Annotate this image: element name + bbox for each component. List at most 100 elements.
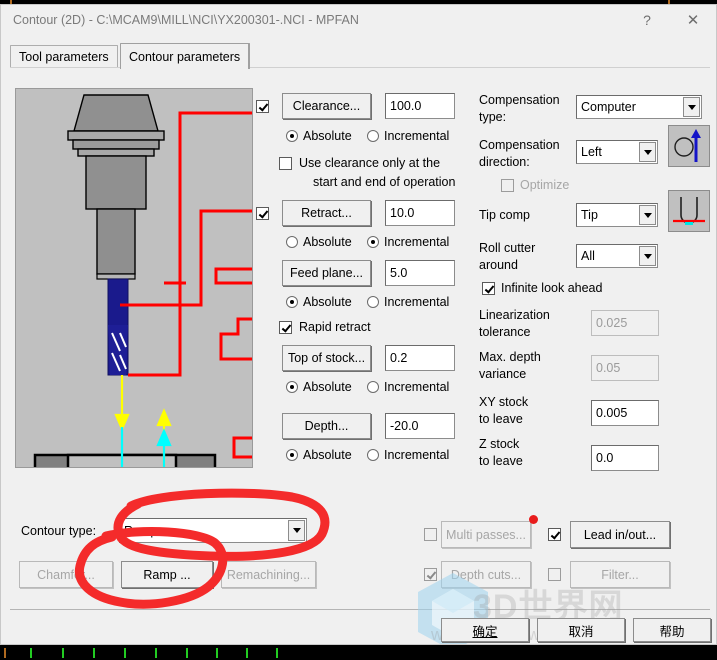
- compensation-type-label-line1: Compensation: [479, 93, 560, 107]
- z-stock-to-leave-label-line2: to leave: [479, 454, 523, 468]
- chevron-down-icon[interactable]: [683, 97, 700, 117]
- linearization-tolerance-label-line2: tolerance: [479, 325, 531, 339]
- clearance-button[interactable]: Clearance...: [282, 93, 371, 119]
- max-depth-variance-input: 0.05: [591, 355, 659, 381]
- chamfer-button-label: Chamfer...: [37, 567, 95, 582]
- contour-2d-dialog: Contour (2D) - C:\MCAM9\MILL\NCI\YX20030…: [0, 4, 717, 645]
- close-icon[interactable]: ✕: [670, 5, 716, 35]
- roll-cutter-value: All: [581, 249, 595, 263]
- cancel-button-label: 取消: [568, 624, 594, 639]
- lead-in-out-button[interactable]: Lead in/out...: [570, 521, 670, 548]
- chevron-down-icon[interactable]: [288, 520, 305, 541]
- depth-cuts-button: Depth cuts...: [441, 561, 531, 588]
- feed-plane-absolute-radio[interactable]: [286, 296, 298, 308]
- retract-incremental-radio[interactable]: [367, 236, 379, 248]
- multi-passes-button: Multi passes...: [441, 521, 531, 548]
- cutter-comp-left-icon: [668, 125, 710, 167]
- xy-stock-to-leave-label-line1: XY stock: [479, 395, 529, 409]
- top-of-stock-value-input[interactable]: 0.2: [385, 345, 455, 371]
- xy-stock-to-leave-label-line2: to leave: [479, 412, 523, 426]
- z-stock-to-leave-label-line1: Z stock: [479, 437, 520, 451]
- tab-strip: Tool parameters Contour parameters: [1, 43, 716, 69]
- top-of-stock-button[interactable]: Top of stock...: [282, 345, 371, 371]
- rapid-retract-label: Rapid retract: [299, 320, 371, 334]
- clearance-value-input[interactable]: 100.0: [385, 93, 455, 119]
- contour-type-label: Contour type:: [21, 524, 97, 538]
- depth-value-input[interactable]: -20.0: [385, 413, 455, 439]
- feed-plane-incremental-radio[interactable]: [367, 296, 379, 308]
- use-clearance-only-label-line2: start and end of operation: [313, 175, 456, 189]
- rapid-retract-checkbox[interactable]: [279, 321, 292, 334]
- feed-plane-value-input[interactable]: 5.0: [385, 260, 455, 286]
- multi-passes-button-label: Multi passes...: [446, 527, 526, 542]
- infinite-look-ahead-label: Infinite look ahead: [501, 281, 603, 295]
- xy-stock-to-leave-input[interactable]: 0.005: [591, 400, 659, 426]
- use-clearance-only-checkbox[interactable]: [279, 157, 292, 170]
- feed-plane-incremental-label: Incremental: [384, 295, 450, 309]
- optimize-checkbox: [501, 179, 514, 192]
- contour-type-value: Ramp: [124, 523, 158, 538]
- cancel-button[interactable]: 取消: [537, 618, 625, 642]
- filter-checkbox[interactable]: [548, 568, 561, 581]
- optimize-label: Optimize: [520, 178, 570, 192]
- top-of-stock-absolute-label: Absolute: [303, 380, 352, 394]
- use-clearance-only-label-line1: Use clearance only at the: [299, 156, 441, 170]
- ramp-button[interactable]: Ramp ...: [121, 561, 213, 588]
- z-stock-to-leave-input[interactable]: 0.0: [591, 445, 659, 471]
- ok-button[interactable]: 确定: [441, 618, 529, 642]
- top-of-stock-absolute-radio[interactable]: [286, 381, 298, 393]
- help-button-footer[interactable]: 帮助: [633, 618, 711, 642]
- tip-comp-value: Tip: [581, 208, 598, 222]
- compensation-direction-combo[interactable]: Left: [576, 140, 658, 164]
- clearance-checkbox[interactable]: [256, 100, 269, 113]
- feed-plane-button[interactable]: Feed plane...: [282, 260, 371, 286]
- top-of-stock-incremental-radio[interactable]: [367, 381, 379, 393]
- remachining-button-label: Remachining...: [226, 567, 311, 582]
- tab-tool-parameters[interactable]: Tool parameters: [10, 45, 118, 67]
- depth-button[interactable]: Depth...: [282, 413, 371, 439]
- toolpath-preview: [15, 88, 253, 468]
- lead-in-out-checkbox[interactable]: [548, 528, 561, 541]
- clearance-incremental-label: Incremental: [384, 129, 450, 143]
- clearance-absolute-radio[interactable]: [286, 130, 298, 142]
- retract-button-label: Retract...: [301, 206, 352, 220]
- chevron-down-icon[interactable]: [639, 205, 656, 225]
- help-button[interactable]: ?: [624, 5, 670, 35]
- depth-button-label: Depth...: [304, 419, 349, 433]
- compensation-direction-label-line2: direction:: [479, 155, 530, 169]
- retract-absolute-radio[interactable]: [286, 236, 298, 248]
- depth-incremental-radio[interactable]: [367, 449, 379, 461]
- clearance-incremental-radio[interactable]: [367, 130, 379, 142]
- retract-value-input[interactable]: 10.0: [385, 200, 455, 226]
- chevron-down-icon[interactable]: [639, 142, 656, 162]
- compensation-type-value: Computer: [581, 100, 636, 114]
- ramp-button-label: Ramp ...: [143, 567, 191, 582]
- chamfer-button: Chamfer...: [19, 561, 113, 588]
- depth-absolute-radio[interactable]: [286, 449, 298, 461]
- tip-comp-icon: [668, 190, 710, 232]
- footer-divider: [10, 609, 710, 610]
- chevron-down-icon[interactable]: [639, 246, 656, 266]
- filter-button: Filter...: [570, 561, 670, 588]
- retract-incremental-label: Incremental: [384, 235, 450, 249]
- compensation-direction-value: Left: [581, 145, 602, 159]
- infinite-look-ahead-checkbox[interactable]: [482, 282, 495, 295]
- compensation-type-combo[interactable]: Computer: [576, 95, 702, 119]
- max-depth-variance-label-line1: Max. depth: [479, 350, 541, 364]
- tip-comp-combo[interactable]: Tip: [576, 203, 658, 227]
- roll-cutter-combo[interactable]: All: [576, 244, 658, 268]
- tab-contour-parameters[interactable]: Contour parameters: [120, 43, 251, 69]
- clearance-absolute-label: Absolute: [303, 129, 352, 143]
- depth-incremental-label: Incremental: [384, 448, 450, 462]
- clearance-button-label: Clearance...: [292, 99, 361, 113]
- toolpath-preview-svg: [16, 89, 252, 467]
- retract-checkbox[interactable]: [256, 207, 269, 220]
- multi-passes-checkbox[interactable]: [424, 528, 437, 541]
- contour-type-combo[interactable]: Ramp: [119, 518, 307, 543]
- retract-button[interactable]: Retract...: [282, 200, 371, 226]
- compensation-type-label-line2: type:: [479, 110, 507, 124]
- depth-cuts-button-label: Depth cuts...: [450, 567, 522, 582]
- depth-cuts-checkbox[interactable]: [424, 568, 437, 581]
- roll-cutter-label-line2: around: [479, 258, 518, 272]
- top-of-stock-button-label: Top of stock...: [287, 351, 366, 365]
